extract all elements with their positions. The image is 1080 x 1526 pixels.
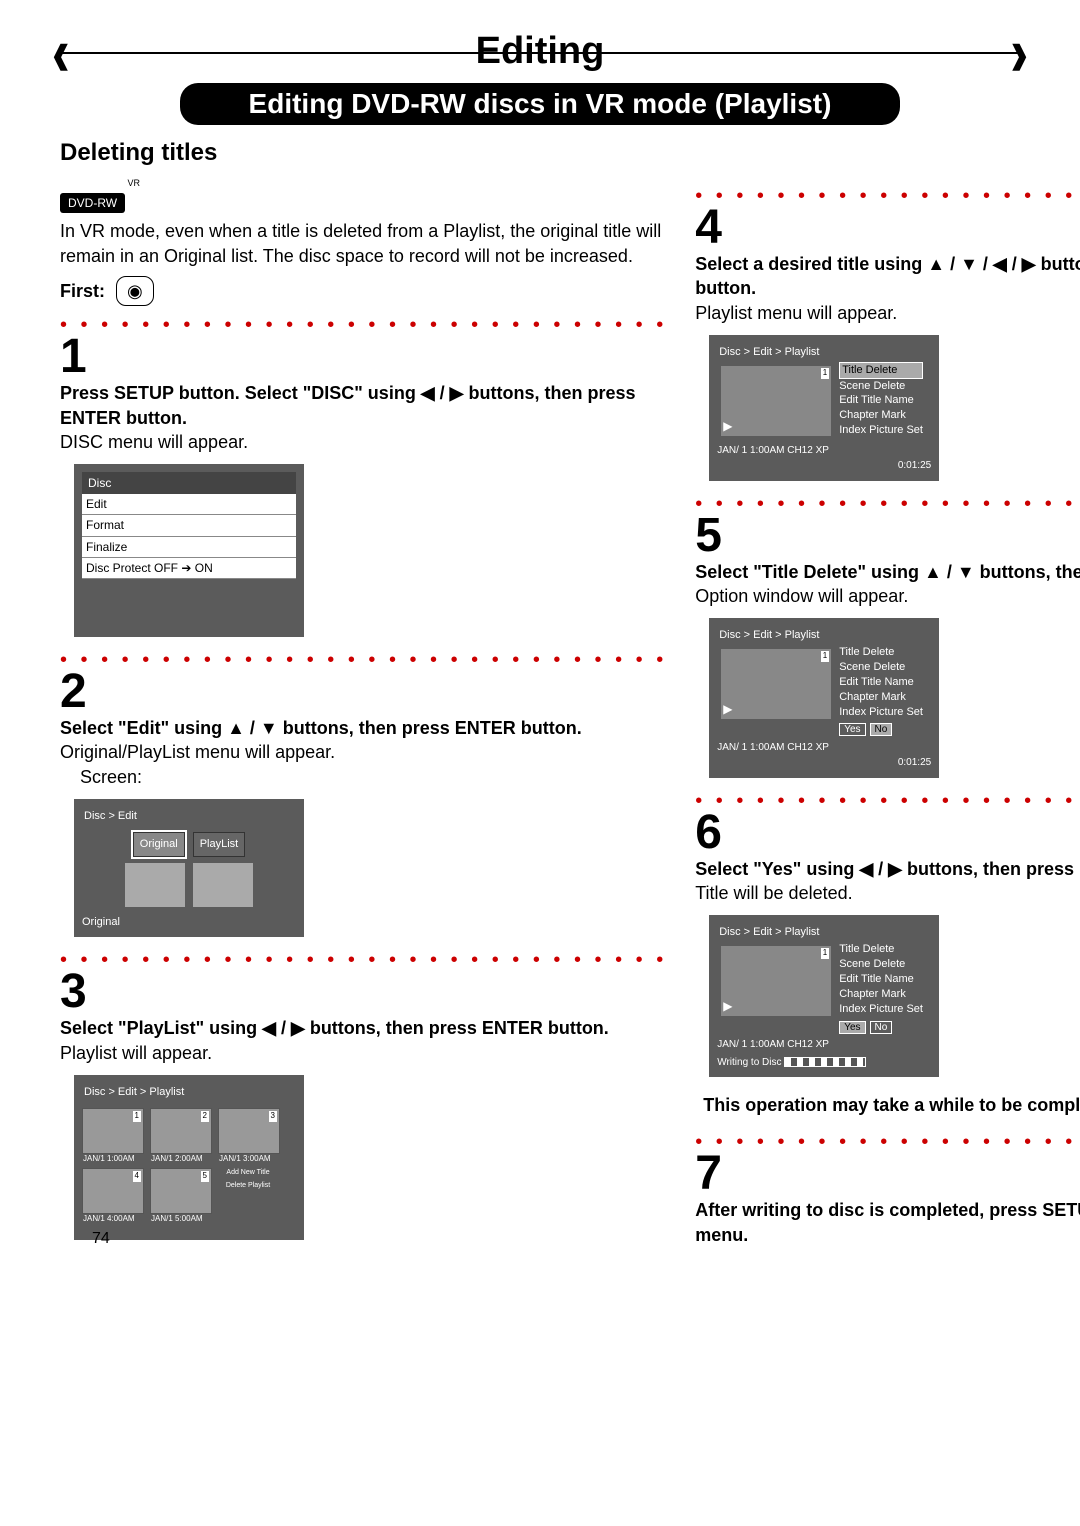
step-1-result: DISC menu will appear.	[60, 430, 667, 454]
step-4-number: 4	[695, 204, 1080, 252]
step-divider: • • • • • • • • • • • • • • • • • • • • …	[60, 312, 667, 339]
playlist-screen: Disc > Edit > Playlist 1JAN/1 1:00AM 2JA…	[74, 1075, 304, 1240]
status-bar: JAN/ 1 1:00AM CH12 XP	[717, 741, 931, 755]
disc-menu-item: Format	[82, 515, 296, 536]
menu-item: Edit Title Name	[839, 972, 923, 987]
step-1-instruction: Press SETUP button. Select "DISC" using …	[60, 381, 667, 430]
menu-item: Chapter Mark	[839, 987, 923, 1002]
edit-screen: Disc > Edit Original PlayList Original	[74, 799, 304, 938]
step-6-instruction: Select "Yes" using ◀ / ▶ buttons, then p…	[695, 857, 1080, 881]
step-divider: • • • • • • • • • • • • • • • • • • • • …	[695, 788, 1080, 815]
intro-text: In VR mode, even when a title is deleted…	[60, 219, 667, 268]
yes-option: Yes	[839, 723, 865, 736]
disc-menu-item: Disc Protect OFF ➔ ON	[82, 558, 296, 579]
subtitle-bar: Editing DVD-RW discs in VR mode (Playlis…	[180, 83, 900, 125]
step-6-number: 6	[695, 809, 1080, 857]
status-bar: JAN/ 1 1:00AM CH12 XP	[717, 444, 931, 458]
page-number: 74	[92, 1230, 110, 1248]
original-tab: Original	[133, 832, 185, 857]
disc-menu-item: Finalize	[82, 537, 296, 558]
thumb-label: JAN/1 3:00AM	[219, 1154, 279, 1165]
step-1-number: 1	[60, 333, 667, 381]
option-screen-6: Disc > Edit > Playlist 1▶ Title Delete S…	[709, 915, 939, 1077]
section-title: Deleting titles	[60, 139, 1020, 167]
step-2-result: Original/PlayList menu will appear.	[60, 740, 667, 764]
breadcrumb: Disc > Edit > Playlist	[717, 923, 931, 942]
step-4-instruction: Select a desired title using ▲ / ▼ / ◀ /…	[695, 252, 1080, 301]
breadcrumb: Disc > Edit > Playlist	[82, 1083, 296, 1102]
menu-item: Scene Delete	[839, 379, 923, 394]
menu-item: Title Delete	[839, 362, 923, 379]
progress-bar	[784, 1057, 866, 1067]
menu-item: Scene Delete	[839, 957, 923, 972]
option-screen-4: Disc > Edit > Playlist 1▶ Title Delete S…	[709, 335, 939, 481]
page-title: Editing	[476, 30, 605, 73]
menu-item: Scene Delete	[839, 660, 923, 675]
option-screen-5: Disc > Edit > Playlist 1▶ Title Delete S…	[709, 618, 939, 778]
step-5-instruction: Select "Title Delete" using ▲ / ▼ button…	[695, 560, 1080, 584]
breadcrumb: Disc > Edit	[82, 807, 296, 826]
no-option: No	[870, 723, 893, 736]
menu-item: Index Picture Set	[839, 705, 923, 720]
step-divider: • • • • • • • • • • • • • • • • • • • • …	[695, 491, 1080, 518]
playlist-tab: PlayList	[193, 832, 246, 857]
writing-label: Writing to Disc	[717, 1057, 781, 1068]
menu-item: Edit Title Name	[839, 675, 923, 690]
thumb-label: JAN/1 4:00AM	[83, 1214, 143, 1225]
disc-menu-screen: Disc Edit Format Finalize Disc Protect O…	[74, 464, 304, 637]
step-divider: • • • • • • • • • • • • • • • • • • • • …	[60, 947, 667, 974]
breadcrumb: Disc > Edit > Playlist	[717, 626, 931, 645]
time-counter: 0:01:25	[717, 756, 931, 770]
step-3-instruction: Select "PlayList" using ◀ / ▶ buttons, t…	[60, 1016, 667, 1040]
step-5-result: Option window will appear.	[695, 584, 1080, 608]
menu-item: Chapter Mark	[839, 690, 923, 705]
thumb-label: JAN/1 1:00AM	[83, 1154, 143, 1165]
no-option: No	[870, 1021, 893, 1034]
thumb-label: JAN/1 5:00AM	[151, 1214, 211, 1225]
menu-item: Title Delete	[839, 942, 923, 957]
menu-item: Index Picture Set	[839, 423, 923, 438]
time-counter: 0:01:25	[717, 459, 931, 473]
menu-item: Edit Title Name	[839, 393, 923, 408]
disc-icon: ◉	[116, 276, 154, 306]
step-2-instruction: Select "Edit" using ▲ / ▼ buttons, then …	[60, 716, 667, 740]
step-divider: • • • • • • • • • • • • • • • • • • • • …	[695, 1129, 1080, 1156]
step-3-number: 3	[60, 968, 667, 1016]
dvdrw-badge: DVD-RW	[60, 193, 125, 213]
yes-option: Yes	[839, 1021, 865, 1034]
step-7-instruction: After writing to disc is completed, pres…	[695, 1198, 1080, 1247]
thumb-label: JAN/1 2:00AM	[151, 1154, 211, 1165]
step-5-number: 5	[695, 512, 1080, 560]
add-new-title: Add New Title	[218, 1168, 278, 1177]
header-ornament-left: ❰	[50, 40, 72, 71]
step-6-result: Title will be deleted.	[695, 881, 1080, 905]
step-3-result: Playlist will appear.	[60, 1041, 667, 1065]
header-ornament-right: ❱	[1008, 40, 1030, 71]
menu-item: Chapter Mark	[839, 408, 923, 423]
disc-menu-item: Edit	[82, 494, 296, 515]
step-4-result: Playlist menu will appear.	[695, 301, 1080, 325]
delete-playlist: Delete Playlist	[218, 1181, 278, 1190]
breadcrumb: Disc > Edit > Playlist	[717, 343, 931, 362]
first-label: First:	[60, 279, 105, 303]
menu-item: Title Delete	[839, 645, 923, 660]
step-divider: • • • • • • • • • • • • • • • • • • • • …	[695, 183, 1080, 210]
menu-item: Index Picture Set	[839, 1002, 923, 1017]
vr-label: VR	[60, 177, 140, 189]
disc-menu-title: Disc	[82, 472, 296, 494]
step-divider: • • • • • • • • • • • • • • • • • • • • …	[60, 647, 667, 674]
step-2-number: 2	[60, 668, 667, 716]
status-bar: JAN/ 1 1:00AM CH12 XP	[717, 1038, 931, 1052]
step-2-extra: Screen:	[80, 765, 667, 789]
edit-screen-footer: Original	[82, 915, 296, 930]
note-box: This operation may take a while to be co…	[695, 1087, 1080, 1123]
step-7-number: 7	[695, 1150, 1080, 1198]
